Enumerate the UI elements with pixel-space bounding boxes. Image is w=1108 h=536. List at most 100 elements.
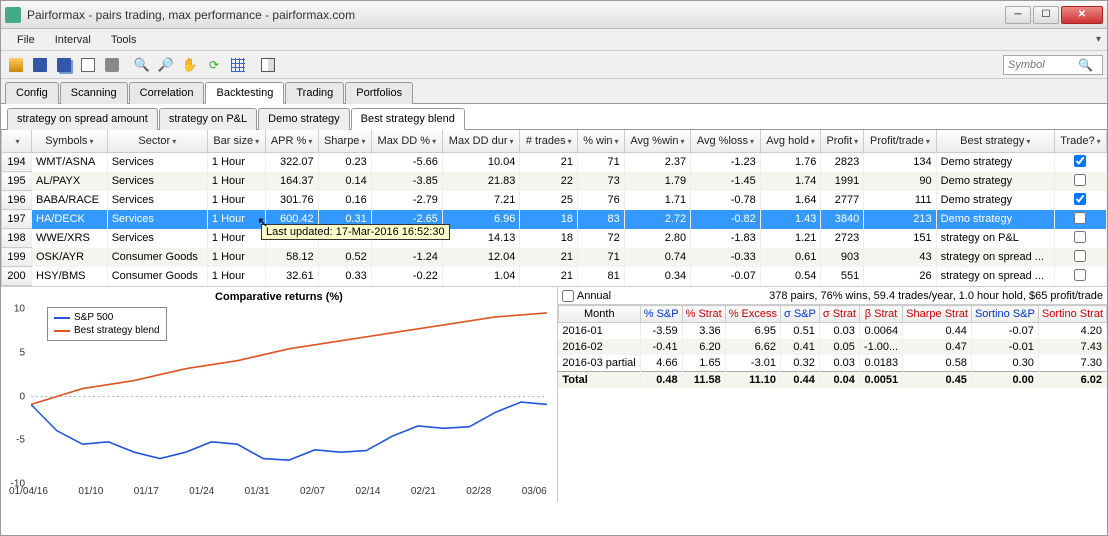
- stats-col[interactable]: σ Strat: [819, 306, 859, 323]
- col-avgloss[interactable]: Avg %loss▾: [691, 130, 761, 152]
- col-beststrategy[interactable]: Best strategy▾: [936, 130, 1054, 152]
- maximize-button[interactable]: ☐: [1033, 6, 1059, 24]
- legend-strategy: Best strategy blend: [74, 324, 160, 337]
- main-tabs: Config Scanning Correlation Backtesting …: [1, 79, 1107, 104]
- tab-backtesting[interactable]: Backtesting: [205, 82, 284, 104]
- save-icon[interactable]: [29, 54, 51, 76]
- minimize-button[interactable]: ─: [1005, 6, 1031, 24]
- table-row[interactable]: 200HSY/BMSConsumer Goods1 Hour32.610.33-…: [2, 267, 1107, 286]
- stats-header: Annual 378 pairs, 76% wins, 59.4 trades/…: [558, 287, 1107, 305]
- col-maxdd[interactable]: Max DD %▾: [371, 130, 442, 152]
- col-avgwin[interactable]: Avg %win▾: [624, 130, 690, 152]
- col-sector[interactable]: Sector▾: [107, 130, 207, 152]
- stats-col[interactable]: Sortino S&P: [971, 306, 1038, 323]
- stats-row[interactable]: 2016-02-0.416.206.620.410.05-1.00...0.47…: [558, 339, 1106, 355]
- stats-total-row: Total0.4811.5811.100.440.040.00510.450.0…: [558, 372, 1106, 389]
- stats-summary: 378 pairs, 76% wins, 59.4 trades/year, 1…: [769, 290, 1103, 302]
- chart-legend: S&P 500 Best strategy blend: [47, 307, 167, 341]
- legend-sp500: S&P 500: [74, 311, 113, 324]
- grid-header-row: ▾ Symbols▾ Sector▾ Bar size▾ APR %▾ Shar…: [2, 130, 1107, 152]
- export-icon[interactable]: [77, 54, 99, 76]
- subtab-pnl[interactable]: strategy on P&L: [159, 108, 257, 130]
- x-axis: 01/04/1601/1001/17 01/2401/3102/07 02/14…: [9, 486, 547, 500]
- annual-checkbox[interactable]: [562, 290, 574, 302]
- col-maxdddur[interactable]: Max DD dur▾: [442, 130, 520, 152]
- col-sharpe[interactable]: Sharpe▾: [318, 130, 371, 152]
- stats-col[interactable]: Month: [558, 306, 640, 323]
- col-barsize[interactable]: Bar size▾: [207, 130, 265, 152]
- trade-checkbox[interactable]: [1074, 174, 1086, 186]
- menu-interval[interactable]: Interval: [45, 31, 101, 49]
- trade-checkbox[interactable]: [1074, 212, 1086, 224]
- tooltip: Last updated: 17-Mar-2016 16:52:30: [261, 224, 450, 240]
- chart-pane: Comparative returns (%) S&P 500 Best str…: [1, 287, 558, 502]
- table-row[interactable]: 198WWE/XRSServices1 Hour14.1318722.80-1.…: [2, 229, 1107, 248]
- symbol-search[interactable]: 🔍: [1003, 55, 1103, 75]
- close-button[interactable]: ✕: [1061, 6, 1103, 24]
- col-trades[interactable]: # trades▾: [520, 130, 578, 152]
- y-axis: 10 5 0 -5 -10: [1, 309, 27, 484]
- chart-title: Comparative returns (%): [1, 287, 557, 307]
- stats-row[interactable]: 2016-03 partial4.661.65-3.010.320.030.01…: [558, 355, 1106, 372]
- col-avghold[interactable]: Avg hold▾: [760, 130, 821, 152]
- stats-col[interactable]: Sortino Strat: [1038, 306, 1106, 323]
- results-grid[interactable]: ▾ Symbols▾ Sector▾ Bar size▾ APR %▾ Shar…: [1, 130, 1107, 286]
- tab-portfolios[interactable]: Portfolios: [345, 82, 413, 104]
- table-row[interactable]: 199OSK/AYRConsumer Goods1 Hour58.120.52-…: [2, 248, 1107, 267]
- annual-label: Annual: [577, 290, 611, 302]
- subtab-demo[interactable]: Demo strategy: [258, 108, 350, 130]
- stats-row[interactable]: 2016-01-3.593.366.950.510.030.00640.44-0…: [558, 323, 1106, 340]
- bottom-panes: Comparative returns (%) S&P 500 Best str…: [1, 287, 1107, 502]
- save-all-icon[interactable]: [53, 54, 75, 76]
- menu-file[interactable]: File: [7, 31, 45, 49]
- subtab-best[interactable]: Best strategy blend: [351, 108, 465, 130]
- grid-icon[interactable]: [227, 54, 249, 76]
- trade-checkbox[interactable]: [1074, 155, 1086, 167]
- col-trade[interactable]: Trade?▾: [1054, 130, 1106, 152]
- tab-config[interactable]: Config: [5, 82, 59, 104]
- menu-tools[interactable]: Tools: [101, 31, 147, 49]
- table-row[interactable]: 196BABA/RACEServices1 Hour301.760.16-2.7…: [2, 191, 1107, 210]
- subtab-spread[interactable]: strategy on spread amount: [7, 108, 158, 130]
- print-icon[interactable]: [101, 54, 123, 76]
- refresh-icon[interactable]: ⟳: [203, 54, 225, 76]
- titlebar: Pairformax - pairs trading, max performa…: [1, 1, 1107, 29]
- trade-checkbox[interactable]: [1074, 269, 1086, 281]
- layout-icon[interactable]: [257, 54, 279, 76]
- stats-col[interactable]: σ S&P: [780, 306, 819, 323]
- stats-pane: Annual 378 pairs, 76% wins, 59.4 trades/…: [558, 287, 1107, 502]
- stats-col[interactable]: % S&P: [640, 306, 682, 323]
- stats-grid[interactable]: Month% S&P% Strat% Excessσ S&Pσ Stratβ S…: [558, 305, 1107, 388]
- stats-col[interactable]: % Excess: [725, 306, 780, 323]
- col-apr[interactable]: APR %▾: [265, 130, 318, 152]
- table-row[interactable]: 197HA/DECKServices1 Hour600.420.31-2.656…: [2, 210, 1107, 229]
- stats-col[interactable]: Sharpe Strat: [903, 306, 972, 323]
- app-icon: [5, 7, 21, 23]
- stats-col[interactable]: β Strat: [859, 306, 902, 323]
- window-title: Pairformax - pairs trading, max performa…: [27, 8, 1005, 22]
- search-icon[interactable]: 🔍: [1078, 58, 1093, 72]
- open-icon[interactable]: [5, 54, 27, 76]
- zoom-out-icon[interactable]: 🔎: [155, 54, 177, 76]
- menu-overflow-icon[interactable]: ▾: [1096, 34, 1101, 45]
- stats-col[interactable]: % Strat: [682, 306, 725, 323]
- tab-trading[interactable]: Trading: [285, 82, 344, 104]
- col-profit[interactable]: Profit▾: [821, 130, 864, 152]
- table-row[interactable]: 194WMT/ASNAServices1 Hour322.070.23-5.66…: [2, 152, 1107, 172]
- tab-correlation[interactable]: Correlation: [129, 82, 205, 104]
- symbol-search-input[interactable]: [1008, 59, 1078, 71]
- col-symbols[interactable]: Symbols▾: [32, 130, 108, 152]
- zoom-in-icon[interactable]: 🔍: [131, 54, 153, 76]
- col-win[interactable]: % win▾: [578, 130, 625, 152]
- tab-scanning[interactable]: Scanning: [60, 82, 128, 104]
- table-row[interactable]: 195AL/PAYXServices1 Hour164.370.14-3.852…: [2, 172, 1107, 191]
- results-grid-wrap: ▾ Symbols▾ Sector▾ Bar size▾ APR %▾ Shar…: [1, 130, 1107, 287]
- trade-checkbox[interactable]: [1074, 231, 1086, 243]
- trade-checkbox[interactable]: [1074, 193, 1086, 205]
- pan-icon[interactable]: ✋: [179, 54, 201, 76]
- toolbar: 🔍 🔎 ✋ ⟳ 🔍: [1, 51, 1107, 79]
- sub-tabs: strategy on spread amount strategy on P&…: [1, 104, 1107, 130]
- grid-corner[interactable]: ▾: [2, 130, 32, 152]
- col-profittrade[interactable]: Profit/trade▾: [864, 130, 936, 152]
- trade-checkbox[interactable]: [1074, 250, 1086, 262]
